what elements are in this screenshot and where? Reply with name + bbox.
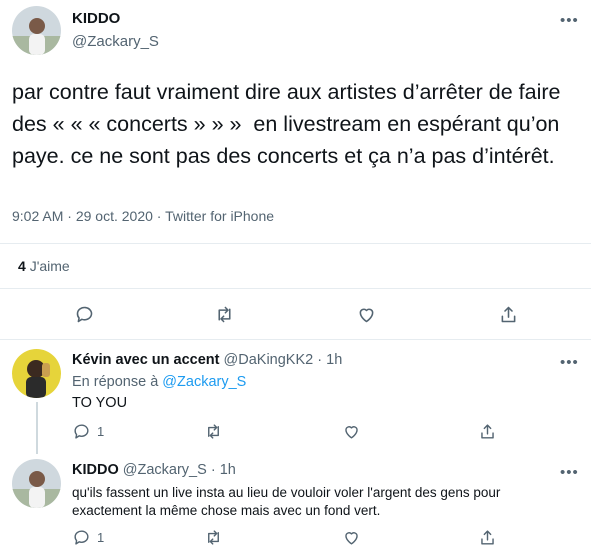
likes-count: 4 <box>18 258 26 274</box>
reply-avatar[interactable] <box>12 349 61 398</box>
avatar-photo-icon <box>12 459 61 508</box>
reply-to-label: En réponse à <box>72 374 159 390</box>
heart-icon <box>345 426 358 439</box>
reply-icon <box>76 306 93 323</box>
reply-author-name[interactable]: Kévin avec un accent <box>72 352 220 368</box>
author-name[interactable]: KIDDO <box>72 10 120 27</box>
like-button[interactable] <box>356 304 377 325</box>
reply-to-line: En réponse à @Zackary_S <box>72 374 246 390</box>
reply-button[interactable]: 1 <box>72 528 104 547</box>
reply-icon <box>74 424 89 439</box>
retweet-button[interactable] <box>214 304 235 325</box>
avatar-photo-icon <box>12 349 61 398</box>
reply-button[interactable] <box>74 304 95 325</box>
tweet-text: par contre faut vraiment dire aux artist… <box>12 80 567 168</box>
separator: · <box>67 208 72 224</box>
retweet-icon <box>208 530 219 545</box>
share-icon <box>481 530 494 545</box>
reply-count: 1 <box>97 530 105 545</box>
like-button[interactable] <box>342 528 361 547</box>
reply-to-handle[interactable]: @Zackary_S <box>162 374 246 390</box>
likes-stat[interactable]: 4 J'aime <box>18 258 70 274</box>
divider <box>0 243 591 244</box>
author-avatar[interactable] <box>12 6 61 55</box>
reply-author-handle[interactable]: @Zackary_S <box>123 462 207 478</box>
share-icon <box>501 306 516 323</box>
retweet-button[interactable] <box>204 422 223 441</box>
retweet-icon <box>218 306 231 323</box>
share-button[interactable] <box>478 422 497 441</box>
likes-label: J'aime <box>29 258 70 274</box>
heart-icon <box>359 308 374 323</box>
divider <box>0 288 591 289</box>
author-handle[interactable]: @Zackary_S <box>72 33 159 50</box>
reply-actions: 1 <box>0 422 591 446</box>
tweet-meta: 9:02 AM · 29 oct. 2020 · Twitter for iPh… <box>12 208 274 224</box>
reply-button[interactable]: 1 <box>72 422 104 441</box>
reply-text: qu'ils fassent un live insta au lieu de … <box>72 485 501 518</box>
reply-icon <box>74 530 89 545</box>
separator: · <box>210 462 216 478</box>
more-icon[interactable]: ••• <box>560 12 579 29</box>
heart-icon <box>345 532 358 545</box>
share-icon <box>481 424 494 439</box>
reply-time[interactable]: 1h <box>326 352 342 368</box>
reply-count: 1 <box>97 424 105 439</box>
share-button[interactable] <box>498 304 519 325</box>
main-actions <box>0 304 591 328</box>
reply-time[interactable]: 1h <box>220 462 236 478</box>
like-button[interactable] <box>342 422 361 441</box>
retweet-button[interactable] <box>204 528 223 547</box>
tweet-source[interactable]: Twitter for iPhone <box>165 208 274 224</box>
more-icon[interactable]: ••• <box>560 354 579 371</box>
avatar-photo-icon <box>12 6 61 55</box>
retweet-icon <box>208 424 219 439</box>
divider <box>0 339 591 340</box>
tweet-date[interactable]: 29 oct. 2020 <box>76 208 153 224</box>
separator: · <box>156 208 162 224</box>
reply-text: TO YOU <box>72 395 128 411</box>
tweet-time[interactable]: 9:02 AM <box>12 208 63 224</box>
reply-avatar[interactable] <box>12 459 61 508</box>
separator: · <box>317 352 323 368</box>
reply-author-handle[interactable]: @DaKingKK2 <box>224 352 314 368</box>
reply-author-name[interactable]: KIDDO <box>72 462 119 478</box>
more-icon[interactable]: ••• <box>560 464 579 481</box>
reply-header: KIDDO @Zackary_S · 1h <box>72 462 236 478</box>
reply-actions: 1 <box>0 528 591 552</box>
reply-header: Kévin avec un accent @DaKingKK2 · 1h <box>72 352 342 368</box>
share-button[interactable] <box>478 528 497 547</box>
